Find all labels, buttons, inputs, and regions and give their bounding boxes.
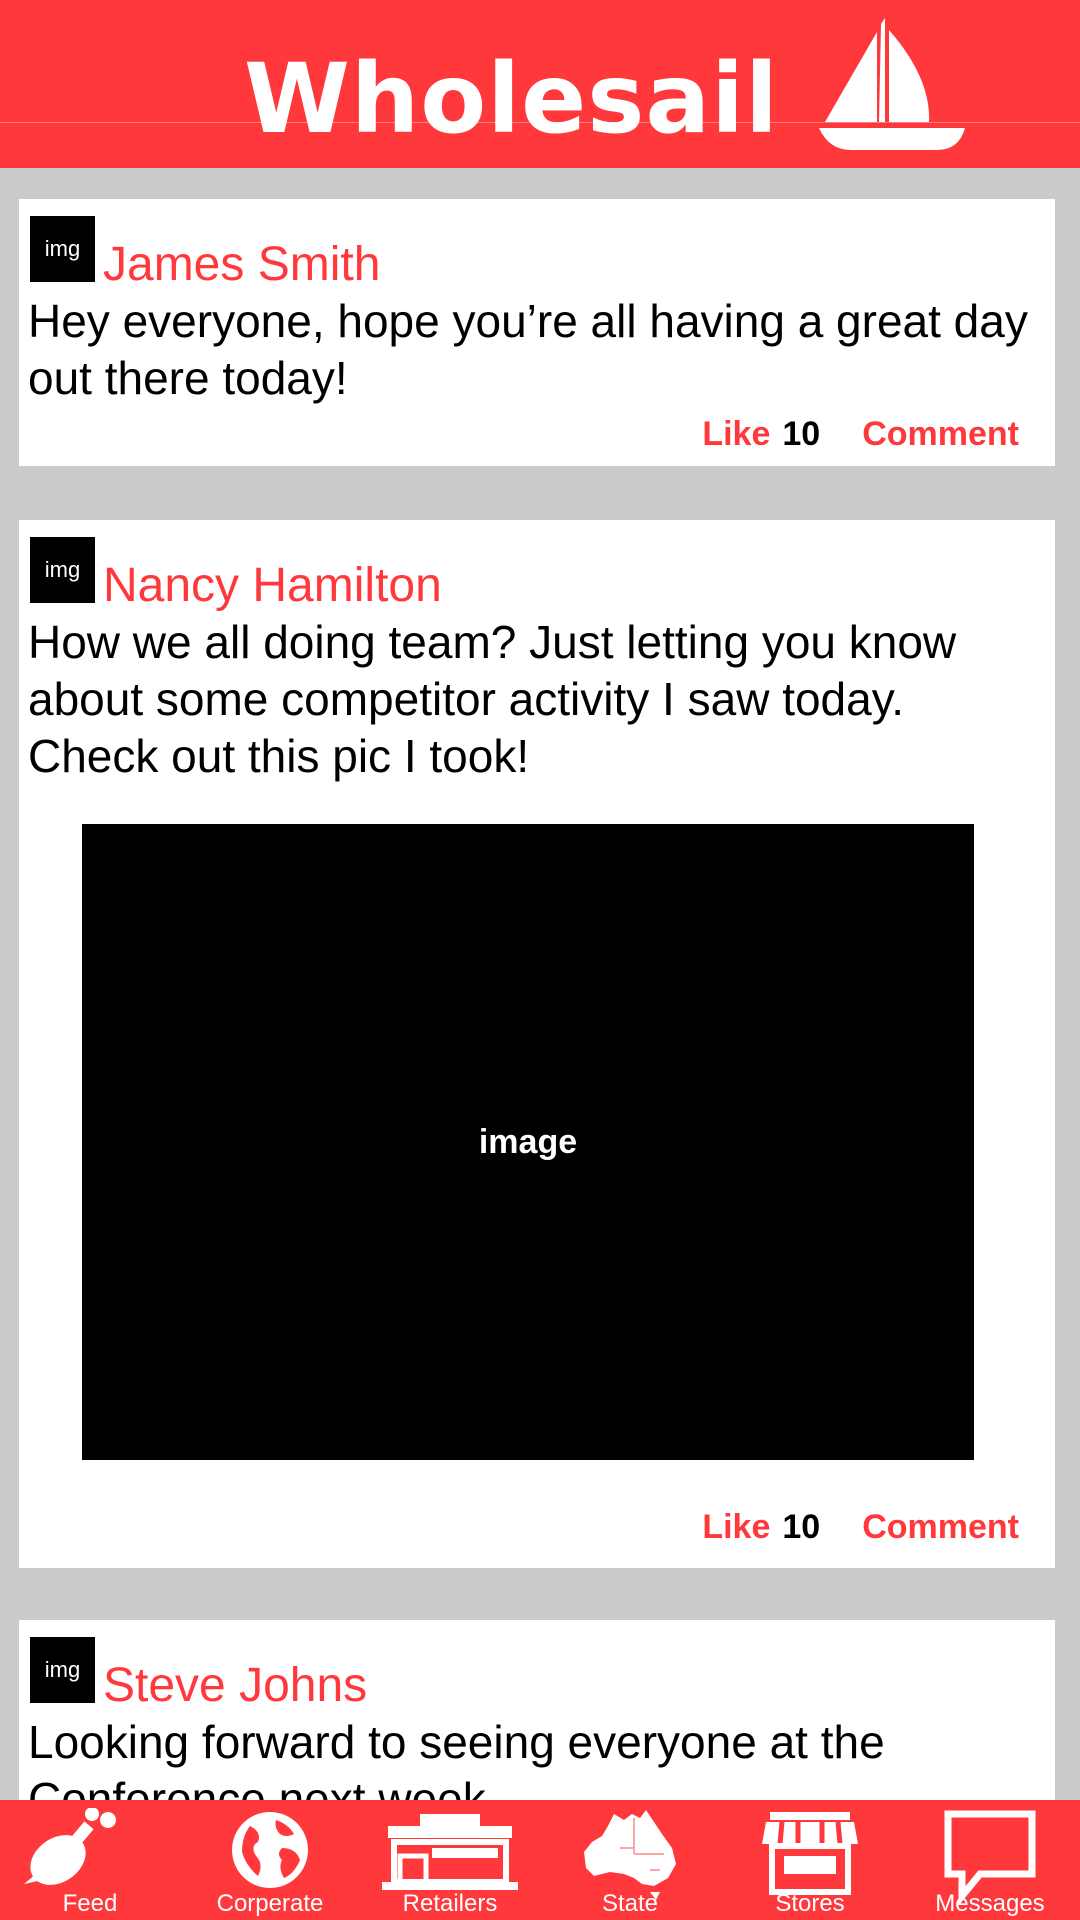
comment-button[interactable]: Comment	[862, 415, 1019, 454]
avatar[interactable]: img	[30, 1637, 95, 1703]
nav-label: Feed	[62, 1890, 118, 1917]
nav-item-retailers[interactable]: Retailers	[360, 1800, 540, 1920]
like-count: 10	[782, 1508, 821, 1546]
nav-item-corperate[interactable]: Corperate	[180, 1800, 360, 1920]
avatar[interactable]: img	[30, 537, 95, 603]
like-button[interactable]: Like	[702, 1508, 770, 1547]
avatar[interactable]: img	[30, 216, 95, 282]
post-actions: Like 10 Comment	[702, 1508, 1019, 1547]
post-text: Hey everyone, hope you’re all having a g…	[28, 295, 1028, 404]
post-image[interactable]: image	[82, 824, 974, 1460]
nav-item-feed[interactable]: Feed	[0, 1800, 180, 1920]
app-title: Wholesail	[244, 43, 779, 155]
post-text: Looking forward to seeing everyone at th…	[28, 1716, 885, 1800]
like-count: 10	[782, 415, 821, 453]
brand: Wholesail	[244, 18, 965, 155]
building-icon	[382, 1814, 518, 1890]
nav-item-stores[interactable]: Stores	[720, 1800, 900, 1920]
globe-icon	[232, 1812, 308, 1888]
post-card: img Steve Johns Looking forward to seein…	[19, 1620, 1055, 1800]
sailboat-logo-icon	[818, 18, 965, 150]
nav-item-messages[interactable]: Messages	[900, 1800, 1080, 1920]
app-header: Wholesail	[0, 0, 1080, 168]
nav-item-state[interactable]: State	[540, 1800, 720, 1920]
post-author[interactable]: Nancy Hamilton	[103, 562, 442, 610]
nav-label: State	[601, 1890, 659, 1917]
storefront-icon	[762, 1812, 858, 1895]
post-text: How we all doing team? Just letting you …	[28, 616, 957, 782]
bottom-nav: Feed Corperate Retailers State Stores Me…	[0, 1800, 1080, 1920]
like-button[interactable]: Like	[702, 415, 770, 454]
nav-label: Stores	[775, 1890, 845, 1917]
comment-button[interactable]: Comment	[862, 1508, 1019, 1547]
post-card: img Nancy Hamilton How we all doing team…	[19, 520, 1055, 1568]
nav-label: Corperate	[216, 1890, 324, 1917]
post-card: img James Smith Hey everyone, hope you’r…	[19, 199, 1055, 466]
post-author[interactable]: James Smith	[103, 241, 380, 289]
post-author[interactable]: Steve Johns	[103, 1662, 367, 1710]
feed[interactable]: img James Smith Hey everyone, hope you’r…	[0, 168, 1080, 1800]
chicken-leg-icon	[24, 1808, 116, 1885]
nav-label: Retailers	[402, 1890, 498, 1917]
post-actions: Like 10 Comment	[702, 415, 1019, 454]
nav-label: Messages	[935, 1890, 1045, 1917]
